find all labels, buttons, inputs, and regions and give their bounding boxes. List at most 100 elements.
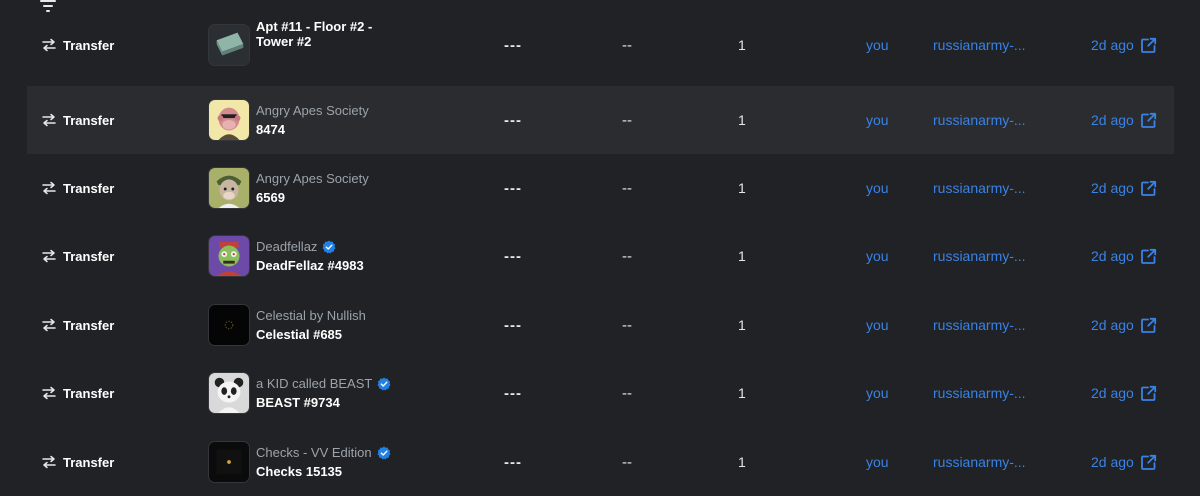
price-value: --- bbox=[504, 179, 522, 197]
to-address-link[interactable]: russianarmy-... bbox=[933, 359, 1026, 427]
time-label[interactable]: 2d ago bbox=[1091, 112, 1134, 128]
nft-thumbnail[interactable] bbox=[208, 304, 250, 346]
collection-name[interactable]: Checks - VV Edition bbox=[256, 445, 391, 460]
quantity-value: 1 bbox=[738, 454, 746, 470]
to-address-link[interactable]: russianarmy-... bbox=[933, 86, 1026, 154]
external-link-icon[interactable] bbox=[1140, 317, 1157, 334]
event-type-label: Transfer bbox=[63, 37, 115, 53]
event-type-label: Transfer bbox=[63, 248, 115, 264]
event-type-label: Transfer bbox=[63, 180, 115, 196]
time-label[interactable]: 2d ago bbox=[1091, 454, 1134, 470]
nft-thumbnail[interactable] bbox=[208, 441, 250, 483]
collection-name[interactable]: Celestial by Nullish bbox=[256, 308, 366, 323]
activity-row[interactable]: Transfer Angry Apes Society 8474 --- -- 1 you r… bbox=[27, 86, 1174, 154]
usd-price-value: -- bbox=[622, 384, 632, 402]
time-label[interactable]: 2d ago bbox=[1091, 385, 1134, 401]
time-label[interactable]: 2d ago bbox=[1091, 180, 1134, 196]
event-type-label: Transfer bbox=[63, 112, 115, 128]
time-link[interactable]: 2d ago bbox=[1091, 86, 1157, 154]
price-value: --- bbox=[504, 316, 522, 334]
item-name[interactable]: Celestial #685 bbox=[256, 327, 342, 342]
activity-row[interactable]: Transfer Angry Apes Society 6569 --- -- 1 you r… bbox=[27, 154, 1174, 222]
to-address-link[interactable]: russianarmy-... bbox=[933, 428, 1026, 496]
item-name[interactable]: Checks 15135 bbox=[256, 464, 342, 479]
usd-price-value: -- bbox=[622, 36, 632, 54]
from-address-link[interactable]: you bbox=[866, 11, 889, 79]
quantity-value: 1 bbox=[738, 180, 746, 196]
arrows-transfer-icon bbox=[42, 249, 56, 263]
collection-name[interactable]: a KID called BEAST bbox=[256, 376, 391, 391]
external-link-icon[interactable] bbox=[1140, 454, 1157, 471]
collection-label[interactable]: a KID called BEAST bbox=[256, 376, 372, 391]
item-name[interactable]: Apt #11 - Floor #2 - Tower #2 bbox=[256, 19, 372, 49]
verified-badge-icon bbox=[377, 446, 391, 459]
to-address-link[interactable]: russianarmy-... bbox=[933, 154, 1026, 222]
price-value: --- bbox=[504, 111, 522, 129]
usd-price-value: -- bbox=[622, 316, 632, 334]
activity-row[interactable]: Transfer Celestial by Nullish Celestial #6… bbox=[27, 291, 1174, 359]
verified-badge-icon bbox=[322, 240, 336, 253]
time-link[interactable]: 2d ago bbox=[1091, 11, 1157, 79]
to-address-link[interactable]: russianarmy-... bbox=[933, 291, 1026, 359]
activity-row[interactable]: Transfer Checks - VV Edition Checks 15135 -… bbox=[27, 428, 1174, 496]
from-address-link[interactable]: you bbox=[866, 291, 889, 359]
quantity-value: 1 bbox=[738, 317, 746, 333]
collection-label[interactable]: Celestial by Nullish bbox=[256, 308, 366, 323]
external-link-icon[interactable] bbox=[1140, 180, 1157, 197]
arrows-transfer-icon bbox=[42, 318, 56, 332]
activity-row[interactable]: Transfer Apt #11 - Floor #2 - Tower #2 --- -… bbox=[27, 11, 1174, 79]
price-value: --- bbox=[504, 384, 522, 402]
item-name[interactable]: 8474 bbox=[256, 122, 285, 137]
external-link-icon[interactable] bbox=[1140, 385, 1157, 402]
to-address-link[interactable]: russianarmy-... bbox=[933, 11, 1026, 79]
event-type-label: Transfer bbox=[63, 385, 115, 401]
from-address-link[interactable]: you bbox=[866, 154, 889, 222]
nft-thumbnail[interactable] bbox=[208, 235, 250, 277]
nft-thumbnail[interactable] bbox=[208, 167, 250, 209]
time-link[interactable]: 2d ago bbox=[1091, 428, 1157, 496]
usd-price-value: -- bbox=[622, 453, 632, 471]
quantity-value: 1 bbox=[738, 37, 746, 53]
quantity-value: 1 bbox=[738, 248, 746, 264]
verified-badge-icon bbox=[377, 377, 391, 390]
collection-name[interactable]: Angry Apes Society bbox=[256, 103, 369, 118]
collection-label[interactable]: Deadfellaz bbox=[256, 239, 317, 254]
price-value: --- bbox=[504, 36, 522, 54]
nft-thumbnail[interactable] bbox=[208, 372, 250, 414]
collection-label[interactable]: Checks - VV Edition bbox=[256, 445, 372, 460]
activity-row[interactable]: Transfer a KID called BEAST BEAST #9734 ---… bbox=[27, 359, 1174, 427]
time-label[interactable]: 2d ago bbox=[1091, 317, 1134, 333]
from-address-link[interactable]: you bbox=[866, 359, 889, 427]
collection-label[interactable]: Angry Apes Society bbox=[256, 103, 369, 118]
quantity-value: 1 bbox=[738, 112, 746, 128]
external-link-icon[interactable] bbox=[1140, 248, 1157, 265]
usd-price-value: -- bbox=[622, 179, 632, 197]
from-address-link[interactable]: you bbox=[866, 86, 889, 154]
from-address-link[interactable]: you bbox=[866, 428, 889, 496]
time-link[interactable]: 2d ago bbox=[1091, 359, 1157, 427]
collection-name[interactable]: Angry Apes Society bbox=[256, 171, 369, 186]
activity-row[interactable]: Transfer Deadfellaz DeadFellaz #4983 --- -- 1… bbox=[27, 222, 1174, 290]
collection-name[interactable]: Deadfellaz bbox=[256, 239, 336, 254]
item-name-line1[interactable]: Apt #11 - Floor #2 - bbox=[256, 19, 372, 34]
arrows-transfer-icon bbox=[42, 113, 56, 127]
nft-thumbnail[interactable] bbox=[208, 24, 250, 66]
usd-price-value: -- bbox=[622, 111, 632, 129]
item-name[interactable]: DeadFellaz #4983 bbox=[256, 258, 364, 273]
external-link-icon[interactable] bbox=[1140, 37, 1157, 54]
price-value: --- bbox=[504, 247, 522, 265]
to-address-link[interactable]: russianarmy-... bbox=[933, 222, 1026, 290]
time-link[interactable]: 2d ago bbox=[1091, 291, 1157, 359]
from-address-link[interactable]: you bbox=[866, 222, 889, 290]
collection-label[interactable]: Angry Apes Society bbox=[256, 171, 369, 186]
time-link[interactable]: 2d ago bbox=[1091, 222, 1157, 290]
nft-thumbnail[interactable] bbox=[208, 99, 250, 141]
time-label[interactable]: 2d ago bbox=[1091, 37, 1134, 53]
item-name-line2[interactable]: Tower #2 bbox=[256, 34, 311, 49]
item-name[interactable]: BEAST #9734 bbox=[256, 395, 340, 410]
time-label[interactable]: 2d ago bbox=[1091, 248, 1134, 264]
arrows-transfer-icon bbox=[42, 386, 56, 400]
external-link-icon[interactable] bbox=[1140, 112, 1157, 129]
item-name[interactable]: 6569 bbox=[256, 190, 285, 205]
time-link[interactable]: 2d ago bbox=[1091, 154, 1157, 222]
